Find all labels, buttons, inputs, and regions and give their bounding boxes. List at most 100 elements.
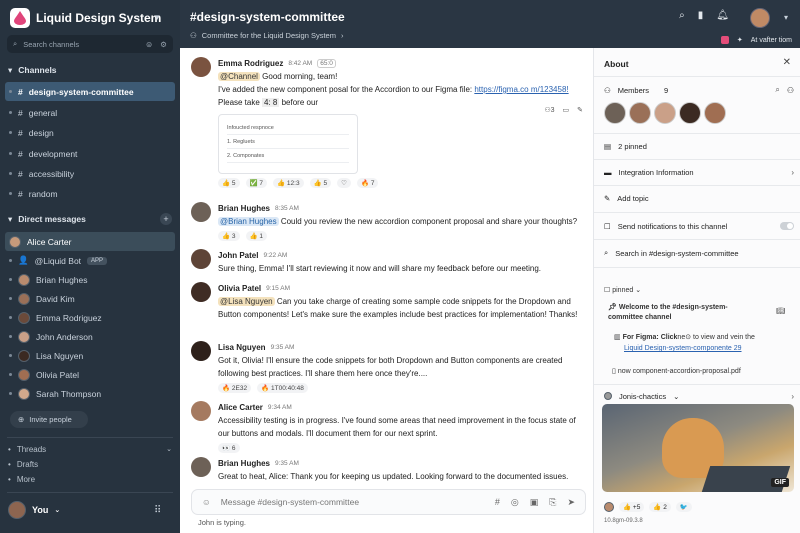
avatar[interactable] [654, 102, 676, 124]
reaction[interactable]: 👍 1 [245, 231, 268, 241]
search-icon[interactable]: ⌕ [679, 10, 685, 21]
search-icon[interactable]: ⌕ [775, 85, 779, 95]
settings-icon[interactable]: ⚙ [160, 40, 167, 49]
reaction[interactable]: ✅ 7 [245, 178, 268, 188]
send-icon[interactable]: ➤ [567, 497, 575, 508]
message-composer[interactable]: ☺ Message #design-system-committee # ◎ ▣ ⎘ ➤ [191, 489, 586, 515]
reaction[interactable]: 👍 2 [649, 502, 671, 512]
pinned-welcome[interactable]: 📌︎ Welcome to the #design-system-committ… [608, 303, 758, 323]
reaction[interactable]: 👍 12:3 [273, 178, 304, 188]
gif-image[interactable]: GIF [602, 404, 794, 492]
add-user-icon[interactable]: ⚇ [787, 86, 794, 95]
user-menu[interactable]: You ⌄ [8, 500, 168, 520]
gif-icon[interactable]: ◎ [511, 497, 519, 508]
author-name[interactable]: Emma Rodriguez [218, 59, 283, 68]
hash-icon[interactable]: # [495, 497, 500, 508]
channel-item[interactable]: # design-system-committee [5, 82, 175, 101]
avatar[interactable] [191, 57, 211, 77]
workspace-switcher[interactable]: Liquid Design System [10, 8, 161, 28]
dm-item[interactable]: Alice Carter [5, 232, 175, 251]
image-icon[interactable]: ▣ [530, 497, 539, 508]
channel-item[interactable]: # general [5, 103, 175, 122]
member-avatars[interactable] [604, 102, 726, 124]
more-item[interactable]: • More [8, 473, 172, 485]
dm-item[interactable]: Sarah Thompson [5, 384, 175, 403]
figma-link[interactable]: https://figma.co m/123458! [474, 85, 568, 94]
bookmark-icon[interactable]: ▮ [698, 10, 704, 21]
add-topic-row[interactable]: ✎ Add topic [604, 191, 794, 205]
notifications-row[interactable]: ☐ Send notifications to this channel [604, 219, 794, 233]
notifications-toggle[interactable] [780, 222, 794, 230]
author-name[interactable]: Brian Hughes [218, 204, 270, 213]
reaction[interactable]: 👍 5 [309, 178, 332, 188]
author-name[interactable]: Lisa Nguyen [218, 343, 266, 352]
author-name[interactable]: Olivia Patel [218, 284, 261, 293]
avatar[interactable] [191, 457, 211, 477]
reaction[interactable]: 🔥 2E32 [218, 383, 252, 393]
dm-item[interactable]: David Kim [5, 289, 175, 308]
mention[interactable]: @Brian Hughes [218, 217, 279, 226]
invite-people-button[interactable]: ⊕ Invite people [10, 411, 88, 428]
reaction[interactable]: 👍 5 [218, 178, 240, 188]
reaction[interactable]: 🔥 7 [356, 178, 379, 188]
members-row[interactable]: ⚇ Members 9 ⌕ ⚇ [604, 83, 794, 97]
dm-section[interactable]: ▾ Direct messages + [8, 212, 172, 226]
search-input[interactable]: Search channels [23, 40, 79, 49]
author-name[interactable]: Brian Hughes [218, 459, 270, 468]
avatar[interactable] [191, 202, 211, 222]
integration-row[interactable]: ▬ Integration Information › [604, 165, 794, 179]
avatar[interactable] [750, 8, 770, 28]
pinned-row[interactable]: ▤ 2 pinned [604, 139, 794, 153]
mention[interactable]: @Lisa Nguyen [218, 297, 275, 306]
avatar[interactable] [629, 102, 651, 124]
channel-search[interactable]: ⌕ Search channels ⊜ ⚙ [7, 35, 173, 53]
avatar[interactable] [191, 249, 211, 269]
chevron-down-icon[interactable]: ▾ [155, 12, 160, 23]
author-name[interactable]: Alice Carter [218, 403, 263, 412]
dm-item[interactable]: Emma Rodriguez [5, 308, 175, 327]
reaction[interactable]: 👀 6 [218, 443, 240, 453]
apps-grid-icon[interactable]: ⠿ [154, 505, 161, 516]
checkbox-icon[interactable]: ☐ [604, 222, 611, 231]
avatar[interactable] [604, 102, 626, 124]
reaction[interactable]: ♡ [337, 178, 351, 188]
channel-item[interactable]: # accessibility [5, 164, 175, 183]
dm-item[interactable]: Olivia Patel [5, 365, 175, 384]
mention[interactable]: @Channel [218, 72, 260, 81]
attach-icon[interactable]: ⎘ [549, 497, 556, 508]
channel-item[interactable]: # development [5, 144, 175, 163]
figma-link[interactable]: Liquid Design-system-componente 29 [624, 345, 742, 352]
drafts-item[interactable]: • Drafts [8, 458, 172, 470]
pinned-section[interactable]: ☐ pinned ⌄ [604, 286, 641, 294]
chevron-down-icon[interactable]: ▾ [784, 13, 788, 22]
threads-item[interactable]: • Threads ⌄ [8, 443, 172, 455]
channel-item[interactable]: # design [5, 123, 175, 142]
reaction[interactable]: 🐦 [675, 502, 692, 512]
emoji-icon[interactable]: ☺ [202, 497, 211, 507]
search-channel-row[interactable]: ⌕ Search in #design-system-committee [604, 246, 794, 260]
gif-header[interactable]: Jonis-chactics ⌄ › [604, 389, 794, 403]
attachment-preview[interactable]: Infoucted respnoce 1. Regluets 2. Compon… [218, 114, 358, 174]
dm-item[interactable]: Lisa Nguyen [5, 346, 175, 365]
avatar[interactable] [191, 282, 211, 302]
dm-item[interactable]: 👤 @Liquid Bot APP [5, 251, 175, 270]
reaction[interactable]: 👍 3 [218, 231, 240, 241]
book-icon[interactable]: 📖︎ [776, 307, 785, 315]
pinned-file[interactable]: ▯ now component-accordion-proposal.pdf [612, 367, 741, 375]
channel-subtitle[interactable]: ⚇ Committee for the Liquid Design System › [190, 31, 343, 40]
channels-section[interactable]: ▾ Channels [8, 63, 172, 77]
pinned-figma[interactable]: ▥ For Figma: Clickne⊙ to view and vein t… [614, 332, 789, 354]
close-icon[interactable]: ✕ [783, 57, 791, 68]
author-name[interactable]: John Patel [218, 251, 258, 260]
message-input[interactable]: Message #design-system-committee [221, 497, 359, 507]
channel-item[interactable]: # random [5, 184, 175, 203]
dm-item[interactable]: John Anderson [5, 327, 175, 346]
add-dm-icon[interactable]: + [160, 213, 172, 225]
dm-item[interactable]: Brian Hughes [5, 270, 175, 289]
avatar[interactable] [191, 401, 211, 421]
avatar[interactable] [704, 102, 726, 124]
bell-icon[interactable]: 🔔︎ [716, 10, 729, 21]
filter-icon[interactable]: ⊜ [146, 40, 152, 49]
reaction[interactable]: 🔥 1T00:40:48 [257, 383, 308, 393]
avatar[interactable] [191, 341, 211, 361]
